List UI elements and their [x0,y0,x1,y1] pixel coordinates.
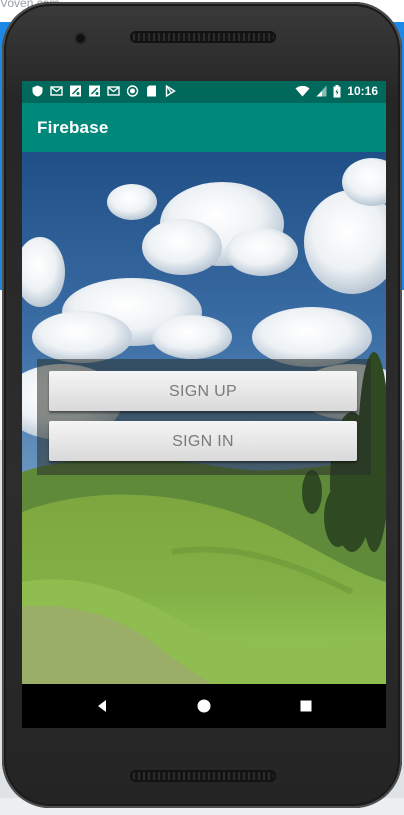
phone-frame: 10:16 Firebase SIGN UP SIGN IN [2,2,402,808]
sign-up-button[interactable]: SIGN UP [49,371,357,411]
maps-icon [70,85,81,97]
sign-in-button[interactable]: SIGN IN [49,421,357,461]
gmail-icon [107,86,120,96]
battery-icon [333,84,341,97]
navigation-bar [22,684,386,728]
signal-icon [316,85,327,97]
front-camera [76,34,85,43]
phone-screen: 10:16 Firebase SIGN UP SIGN IN [22,81,386,728]
status-bar: 10:16 [22,81,386,103]
recents-icon [300,700,312,712]
maps-icon [89,85,100,97]
auth-buttons-panel: SIGN UP SIGN IN [37,359,371,475]
back-icon [98,700,106,712]
record-icon [126,85,139,97]
wifi-icon [295,85,310,97]
play-store-icon [165,85,176,97]
bottom-speaker-grille [130,770,276,782]
top-speaker-grille [130,31,276,43]
nav-back-button[interactable] [72,684,132,728]
status-time: 10:16 [347,84,378,98]
sd-card-icon [147,85,156,97]
nav-recents-button[interactable] [276,684,336,728]
shield-icon [32,85,43,97]
app-toolbar: Firebase [22,103,386,152]
nav-home-button[interactable] [174,684,234,728]
main-content: SIGN UP SIGN IN [22,152,386,684]
home-icon [197,699,211,713]
gmail-icon [50,86,63,96]
app-title: Firebase [37,118,109,137]
